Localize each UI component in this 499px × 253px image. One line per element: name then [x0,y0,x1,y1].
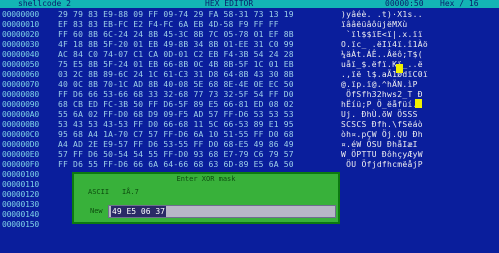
ascii-row[interactable]: uåï_$.ëfï.Kï_..ë [341,60,423,69]
hex-row[interactable]: 4F 18 8B 5F-20 01 EB 49-8B 34 8B 01-EE 3… [58,40,294,49]
offset-label: 00000100 [2,170,39,179]
hex-row[interactable]: FF D6 55 FF-D6 66 6A 64-66 68 63 6D-89 E… [58,160,294,169]
offset-label: 00000130 [2,200,39,209]
ascii-row[interactable]: @.ïp.­ï@.^hÄN.ìP [341,80,418,89]
hex-row[interactable]: FF 60 8B 6C-24 24 8B 45-3C 8B 7C 05-78 0… [58,30,294,39]
hex-row[interactable]: A4 AD 2E E9-57 FF D6 53-55 FF D0 68-E5 4… [58,140,294,149]
dialog-title: Enter XOR mask [176,175,236,183]
position-readout: 00000:50 [385,0,424,8]
mode-label: HEX EDITOR [205,0,254,8]
ascii-row[interactable]: SCSCS Ðfh.\fSëáò [341,120,423,129]
new-label: New [90,207,103,215]
offset-label: 00000140 [2,210,39,219]
offset-label: 000000A0 [2,110,39,119]
offset-label: 000000F0 [2,160,39,169]
offset-label: 00000030 [2,40,39,49]
ascii-row[interactable]: ¼äÀt.ÁÊ..Âëô;T$( [341,50,423,59]
xor-mask-dialog: Enter XOR mask ASCII IÅ.7 New 49 E5 06 3… [72,172,340,224]
offset-label: 00000020 [2,30,39,39]
ascii-row[interactable]: hËíü;P Ö_ëåfüí.. [341,100,423,109]
offset-label: 000000B0 [2,120,39,129]
ascii-row[interactable]: .,ïë l$.aÃ1ØdïC0ï [341,70,428,79]
offset-label: 00000040 [2,50,39,59]
cursor-block [415,99,422,108]
offset-column: 00000000 00000010 00000020 00000030 00000040… [0,10,50,253]
view-mode: Hex / 16 [440,0,479,8]
ascii-row[interactable]: Uj. ÐhÙ.õ­W ÖSSS [341,110,418,119]
ascii-row[interactable]: ¤­.éW ÖSU ÐhåIæI [341,140,418,149]
offset-label: 00000080 [2,90,39,99]
hex-row[interactable]: 55 6A 02 FF-D0 68 D9 09-F5 AD 57 FF-D6 5… [58,110,294,119]
cursor-block [396,64,403,73]
offset-label: 00000070 [2,80,39,89]
hex-row[interactable]: 40 0C 8B 70-1C AD 8B 40-08 5E 68 8E-4E 0… [58,80,294,89]
ascii-row[interactable]: W ÖPTTU ÐôhçyÆyW [341,150,423,159]
offset-label: 00000120 [2,190,39,199]
hex-row[interactable]: 75 E5 8B 5F-24 01 EB 66-8B 0C 4B 8B-5F 1… [58,60,294,69]
hex-row[interactable]: 95 68 A4 1A-70 C7 57 FF-D6 6A 10 51-55 F… [58,130,294,139]
hex-row[interactable]: 68 CB ED FC-3B 50 FF D6-5F 89 E5 66-81 E… [58,100,294,109]
hex-row[interactable]: 03 2C 8B 89-6C 24 1C 61-C3 31 D8 64-8B 4… [58,70,294,79]
offset-label: 000000C0 [2,130,39,139]
ascii-row[interactable]: )yâéè. .t)·X1s.. [341,10,423,19]
hex-row[interactable]: EF 83 83 EB-FC E2 F4-FC 6A EB 4D-58 F9 F… [58,20,279,29]
offset-label: 00000090 [2,100,39,109]
offset-label: 00000110 [2,180,39,189]
offset-label: 000000D0 [2,140,39,149]
new-mask-value: 49 E5 06 37 [111,206,166,217]
hex-row[interactable]: 29 79 83 E9-88 09 FF 09-74 29 FA 58-31 7… [58,10,294,19]
offset-label: 00000000 [2,10,39,19]
ascii-row[interactable]: òh¤.pÇW Öj.QU Ðh [341,130,423,139]
ascii-row[interactable]: ÖfSfh32hws2_T Ð [341,90,423,99]
ascii-row[interactable]: ÖU ÖfjdfhcmëåjP [341,160,423,169]
file-name: shellcode 2 [18,0,71,8]
offset-label: 00000010 [2,20,39,29]
new-mask-input[interactable]: 49 E5 06 37 [108,205,336,218]
hex-row[interactable]: 53 43 53 43-53 FF D0 66-68 11 5C 66-53 8… [58,120,294,129]
offset-label: 00000150 [2,220,39,229]
ascii-label: ASCII [88,188,110,196]
offset-label: 000000E0 [2,150,39,159]
hex-row[interactable]: FF D6 66 53-66 68 33 32-68 77 73 32-5F 5… [58,90,294,99]
hex-row[interactable]: AC 84 C0 74-07 C1 CA 0D-01 C2 EB F4-3B 5… [58,50,294,59]
offset-label: 00000060 [2,70,39,79]
offset-label: 00000050 [2,60,39,69]
status-bar: shellcode 2 HEX EDITOR 00000:50 Hex / 16 [0,0,499,8]
ascii-value: IÅ.7 [122,188,139,196]
hex-row[interactable]: 57 FF D6 50-54 54 55 FF-D0 93 68 E7-79 C… [58,150,294,159]
ascii-row[interactable]: ïââëüâôüjëMXù [341,20,418,29]
ascii-row[interactable]: O.ïc_ .ëIï4ï.î1Àö [341,40,428,49]
ascii-row[interactable]: `ïl$$ïE<ï|.x.ïï [341,30,423,39]
